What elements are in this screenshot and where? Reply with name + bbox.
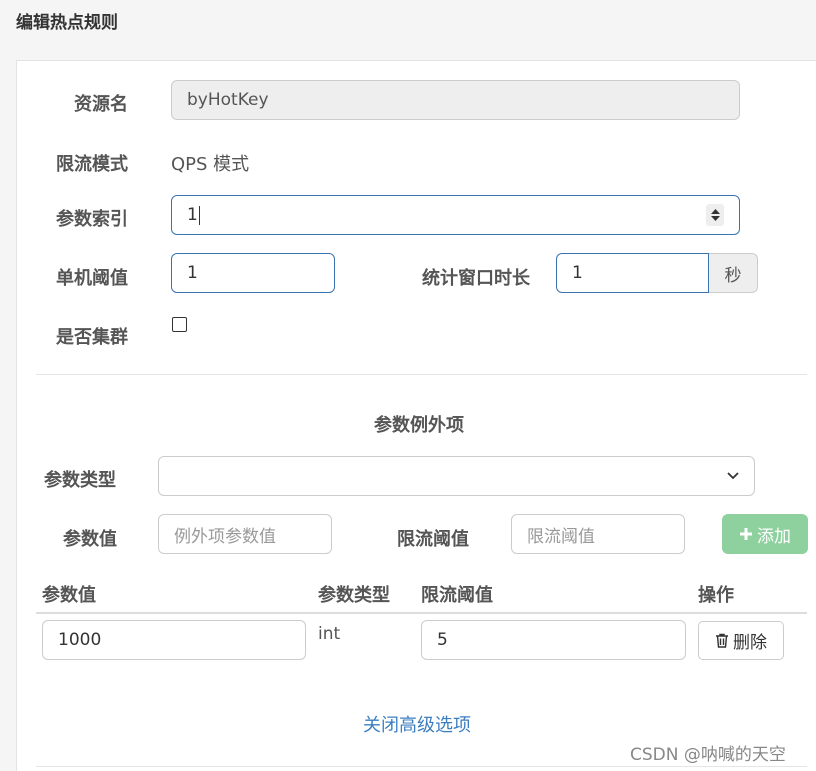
param-index-label: 参数索引 [56, 209, 128, 230]
limit-threshold-label: 限流阈值 [397, 529, 469, 550]
text-cursor [198, 205, 200, 225]
param-exceptions-heading: 参数例外项 [374, 415, 464, 436]
param-value-input[interactable]: 例外项参数值 [158, 514, 332, 554]
stat-window-input[interactable]: 1 [556, 253, 709, 293]
dialog-title: 编辑热点规则 [16, 13, 118, 33]
th-limit: 限流阈值 [421, 585, 493, 606]
single-threshold-label: 单机阈值 [56, 268, 128, 289]
resource-name-input[interactable]: byHotKey [171, 80, 740, 120]
table-header-rule [36, 612, 807, 614]
limit-mode-value: QPS 模式 [171, 154, 250, 175]
th-param-type: 参数类型 [318, 585, 390, 606]
trash-icon [716, 633, 728, 648]
param-index-value: 1 [187, 205, 198, 225]
footer-divider [36, 766, 807, 767]
delete-button-label: 删除 [733, 633, 767, 653]
plus-icon [740, 528, 752, 540]
section-divider [36, 374, 807, 375]
row-param-type: int [318, 624, 341, 644]
param-type-label: 参数类型 [44, 470, 116, 491]
delete-row-button[interactable]: 删除 [698, 621, 784, 660]
resource-name-label: 资源名 [74, 94, 128, 115]
cluster-label: 是否集群 [56, 327, 128, 348]
single-threshold-input[interactable]: 1 [171, 253, 335, 293]
chevron-down-icon [727, 472, 739, 480]
row-param-value-input[interactable]: 1000 [42, 620, 306, 660]
watermark: CSDN @呐喊的天空 [630, 745, 786, 765]
stat-window-label: 统计窗口时长 [422, 268, 530, 289]
param-index-input[interactable]: 1 [171, 195, 740, 235]
param-type-select[interactable] [158, 456, 755, 496]
row-limit-input[interactable]: 5 [421, 620, 686, 660]
limit-threshold-input[interactable]: 限流阈值 [511, 514, 685, 554]
add-exception-button[interactable]: 添加 [722, 514, 808, 554]
limit-threshold-placeholder: 限流阈值 [527, 526, 595, 547]
th-action: 操作 [698, 585, 734, 606]
th-param-value: 参数值 [42, 585, 96, 606]
param-value-label: 参数值 [63, 529, 117, 550]
cluster-checkbox[interactable] [172, 317, 187, 332]
close-advanced-link[interactable]: 关闭高级选项 [363, 711, 471, 737]
param-value-placeholder: 例外项参数值 [174, 526, 276, 547]
window-unit-addon: 秒 [709, 253, 758, 293]
limit-mode-label: 限流模式 [56, 154, 128, 175]
add-button-label: 添加 [757, 526, 791, 547]
number-spinner-icon[interactable] [706, 204, 724, 226]
